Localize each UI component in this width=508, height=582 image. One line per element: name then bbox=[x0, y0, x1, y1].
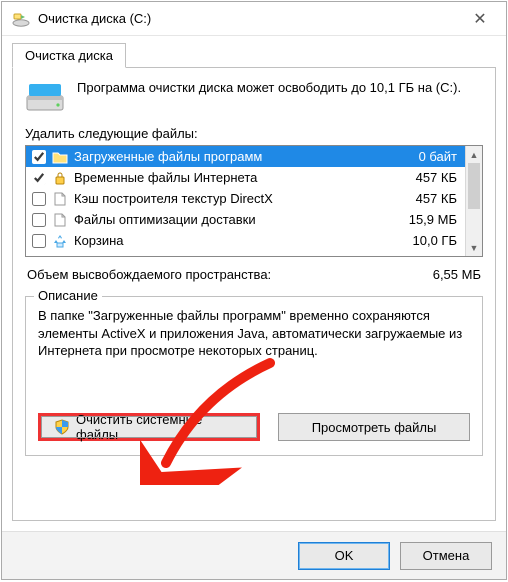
file-type-icon bbox=[52, 192, 68, 206]
file-checkbox[interactable] bbox=[32, 150, 46, 164]
cancel-label: Отмена bbox=[423, 548, 470, 563]
file-checkbox[interactable] bbox=[32, 192, 46, 206]
titlebar: Очистка диска (C:) ✕ bbox=[2, 2, 506, 36]
drive-icon bbox=[25, 80, 65, 114]
view-files-label: Просмотреть файлы bbox=[312, 420, 437, 435]
file-type-icon bbox=[52, 150, 68, 164]
dialog-window: Очистка диска (C:) ✕ Очистка диска Прогр… bbox=[1, 1, 507, 580]
window-title: Очистка диска (C:) bbox=[30, 11, 458, 26]
disk-cleanup-icon bbox=[12, 10, 30, 28]
file-label: Кэш построителя текстур DirectX bbox=[74, 191, 381, 206]
free-space-row: Объем высвобождаемого пространства: 6,55… bbox=[27, 267, 481, 282]
ok-label: OK bbox=[335, 548, 354, 563]
file-checkbox[interactable] bbox=[32, 171, 46, 185]
scroll-thumb[interactable] bbox=[468, 163, 480, 209]
file-size: 457 КБ bbox=[387, 170, 459, 185]
delete-files-label: Удалить следующие файлы: bbox=[25, 126, 483, 141]
dialog-footer: OK Отмена bbox=[2, 531, 506, 579]
free-space-label: Объем высвобождаемого пространства: bbox=[27, 267, 271, 282]
clean-system-files-button[interactable]: Очистить системные файлы bbox=[38, 413, 260, 441]
description-text: В папке "Загруженные файлы программ" вре… bbox=[38, 307, 470, 395]
scroll-up-icon[interactable]: ▲ bbox=[466, 146, 482, 163]
free-space-value: 6,55 МБ bbox=[433, 267, 481, 282]
scrollbar[interactable]: ▲ ▼ bbox=[465, 146, 482, 256]
cancel-button[interactable]: Отмена bbox=[400, 542, 492, 570]
file-row[interactable]: Корзина 10,0 ГБ bbox=[26, 230, 465, 251]
clean-system-files-label: Очистить системные файлы bbox=[76, 412, 244, 442]
file-row[interactable]: Файлы оптимизации доставки 15,9 МБ bbox=[26, 209, 465, 230]
file-row[interactable]: Кэш построителя текстур DirectX 457 КБ bbox=[26, 188, 465, 209]
file-label: Временные файлы Интернета bbox=[74, 170, 381, 185]
intro-row: Программа очистки диска может освободить… bbox=[25, 80, 483, 114]
group-button-row: Очистить системные файлы Просмотреть фай… bbox=[38, 413, 470, 441]
description-group: Описание В папке "Загруженные файлы прог… bbox=[25, 296, 483, 456]
description-legend: Описание bbox=[34, 288, 102, 303]
scroll-down-icon[interactable]: ▼ bbox=[466, 239, 482, 256]
file-type-icon bbox=[52, 234, 68, 248]
view-files-button[interactable]: Просмотреть файлы bbox=[278, 413, 470, 441]
file-size: 15,9 МБ bbox=[387, 212, 459, 227]
file-label: Загруженные файлы программ bbox=[74, 149, 381, 164]
file-checkbox[interactable] bbox=[32, 234, 46, 248]
file-label: Корзина bbox=[74, 233, 381, 248]
file-row[interactable]: Загруженные файлы программ 0 байт bbox=[26, 146, 465, 167]
file-row[interactable]: Временные файлы Интернета 457 КБ bbox=[26, 167, 465, 188]
ok-button[interactable]: OK bbox=[298, 542, 390, 570]
shield-icon bbox=[54, 419, 70, 435]
file-list: Загруженные файлы программ 0 байт Временны… bbox=[25, 145, 483, 257]
file-label: Файлы оптимизации доставки bbox=[74, 212, 381, 227]
tab-panel: Программа очистки диска может освободить… bbox=[12, 67, 496, 521]
file-size: 457 КБ bbox=[387, 191, 459, 206]
close-button[interactable]: ✕ bbox=[458, 9, 502, 29]
file-type-icon bbox=[52, 171, 68, 185]
tabstrip: Очистка диска bbox=[2, 36, 506, 67]
file-checkbox[interactable] bbox=[32, 213, 46, 227]
file-type-icon bbox=[52, 213, 68, 227]
file-size: 0 байт bbox=[387, 149, 459, 164]
tab-disk-cleanup[interactable]: Очистка диска bbox=[12, 43, 126, 68]
intro-text: Программа очистки диска может освободить… bbox=[77, 80, 483, 114]
file-size: 10,0 ГБ bbox=[387, 233, 459, 248]
